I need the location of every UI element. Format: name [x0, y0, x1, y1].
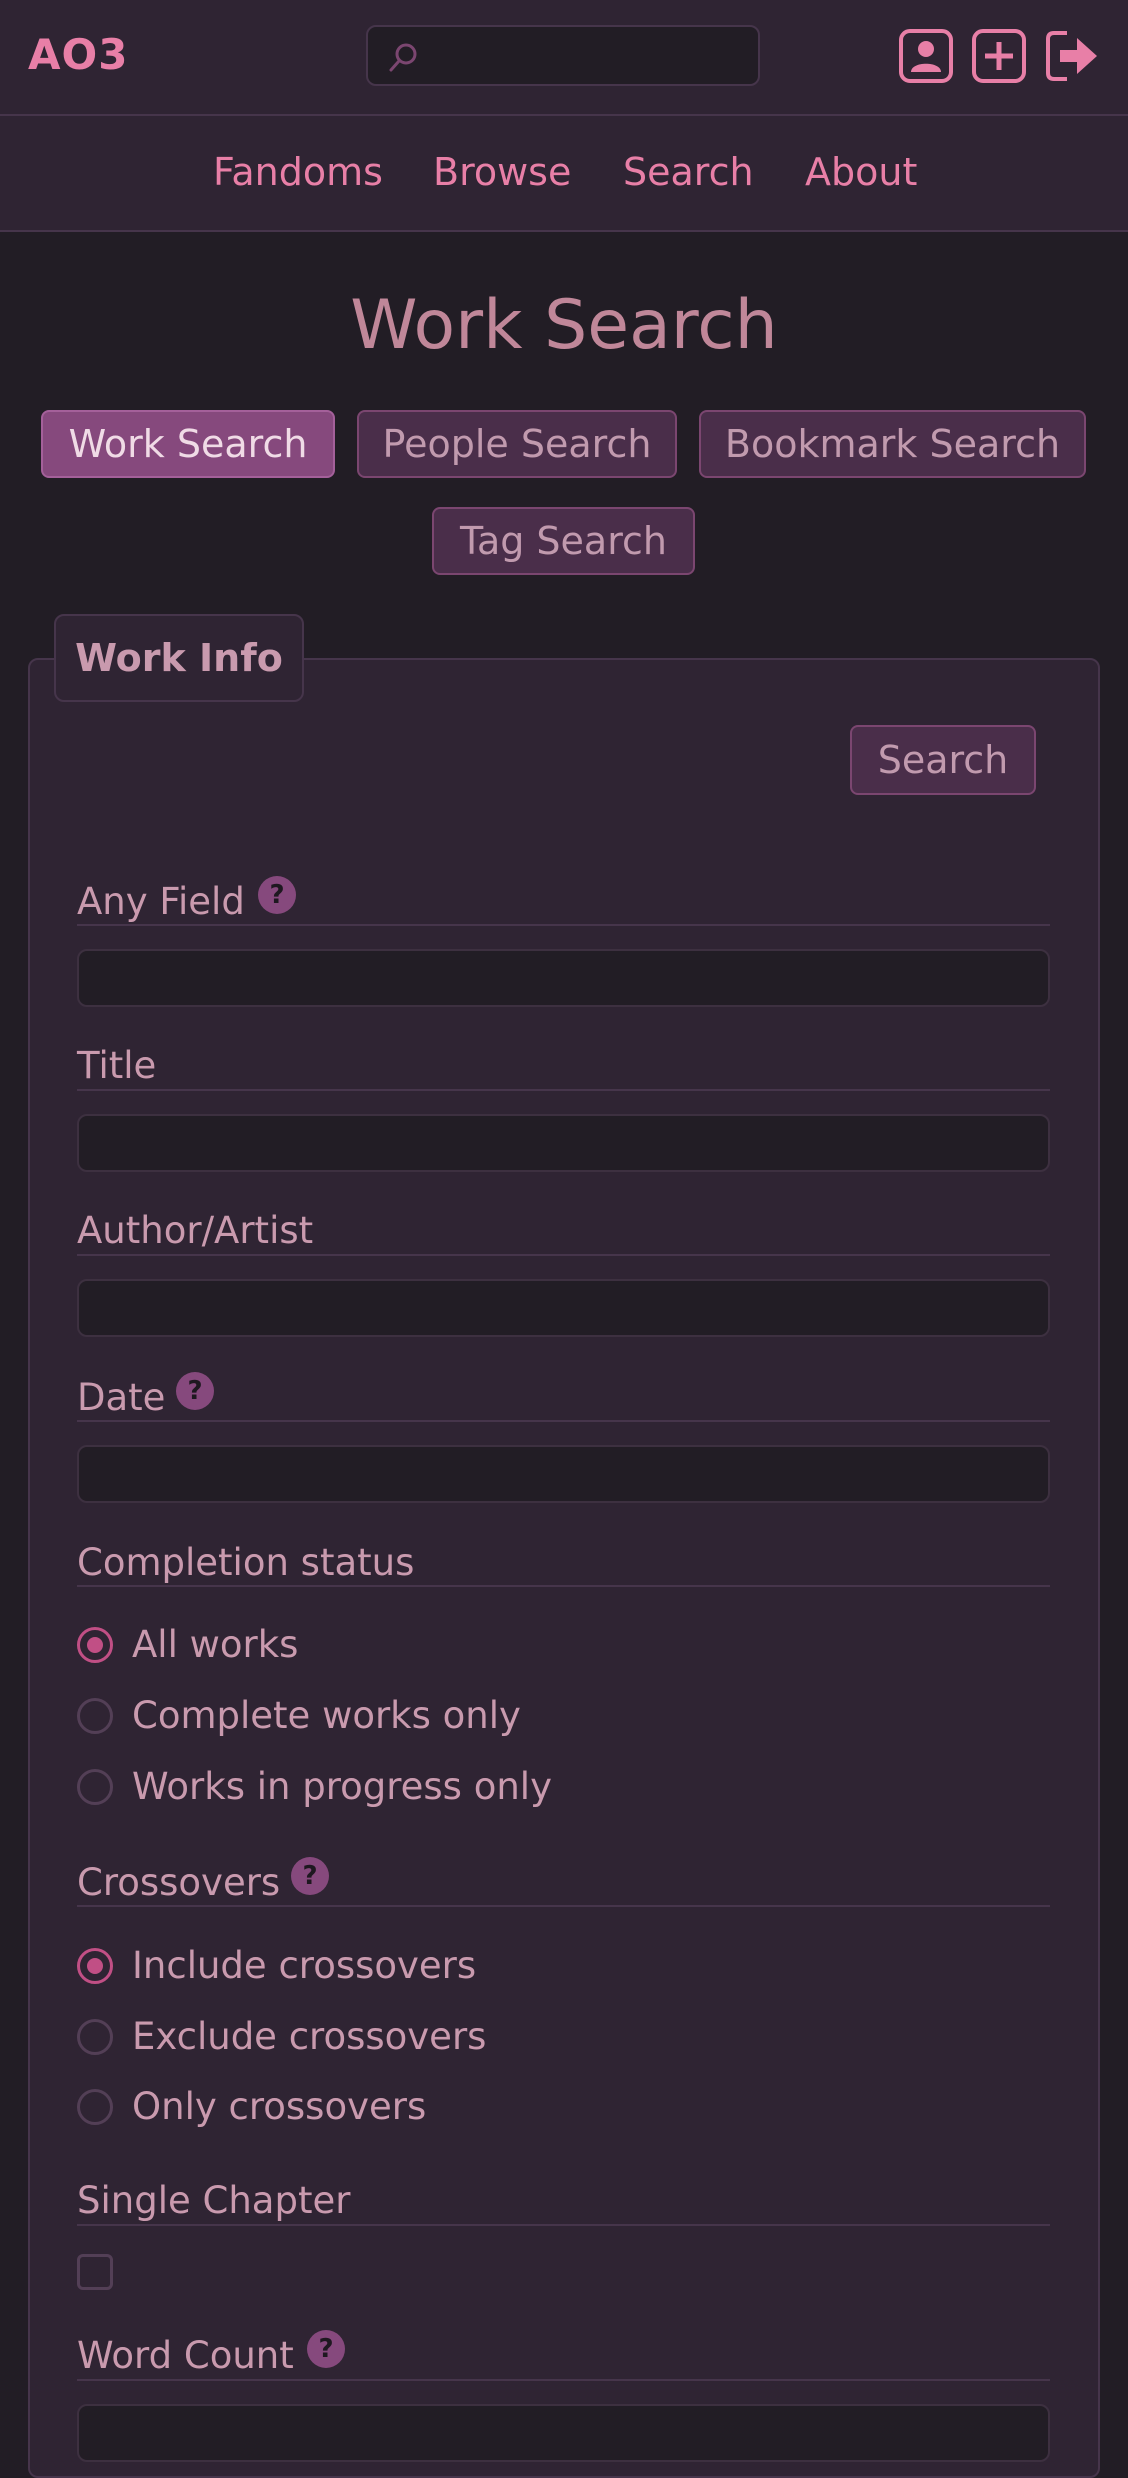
single-chapter-checkbox[interactable]	[77, 2254, 113, 2290]
search-button[interactable]: Search	[850, 725, 1036, 795]
divider	[77, 1420, 1050, 1422]
help-icon[interactable]: ?	[258, 876, 296, 914]
crossovers-label: Crossovers	[77, 1861, 281, 1904]
radio-only-crossovers[interactable]	[77, 2089, 113, 2125]
radio-exclude-crossovers[interactable]	[77, 2019, 113, 2055]
tab-bookmark-search[interactable]: Bookmark Search	[699, 410, 1086, 478]
divider	[77, 2379, 1050, 2381]
date-label: Date	[77, 1376, 166, 1419]
page-title: Work Search	[350, 286, 778, 365]
fieldset-legend: Work Info	[54, 614, 304, 702]
help-icon[interactable]: ?	[291, 1857, 329, 1895]
word-count-label: Word Count	[77, 2334, 294, 2377]
divider	[77, 2224, 1050, 2226]
completion-status-label: Completion status	[77, 1541, 415, 1584]
radio-label[interactable]: Include crossovers	[132, 1944, 476, 1987]
radio-all-works[interactable]	[77, 1627, 113, 1663]
nav-item-browse[interactable]: Browse	[433, 150, 571, 194]
radio-complete-works[interactable]	[77, 1698, 113, 1734]
nav-item-fandoms[interactable]: Fandoms	[213, 150, 383, 194]
title-input[interactable]	[77, 1114, 1050, 1172]
author-input[interactable]	[77, 1279, 1050, 1337]
divider	[77, 1905, 1050, 1907]
single-chapter-label: Single Chapter	[77, 2179, 351, 2222]
search-icon	[389, 43, 417, 72]
radio-label[interactable]: Only crossovers	[132, 2085, 426, 2128]
help-icon[interactable]: ?	[176, 1372, 214, 1410]
radio-label[interactable]: All works	[132, 1623, 298, 1666]
divider	[77, 924, 1050, 926]
logo[interactable]: AO3	[28, 30, 128, 79]
tab-tag-search[interactable]: Tag Search	[432, 507, 695, 575]
divider	[77, 1089, 1050, 1091]
nav-item-about[interactable]: About	[805, 150, 917, 194]
radio-include-crossovers[interactable]	[77, 1948, 113, 1984]
site-search-input[interactable]	[366, 25, 760, 86]
date-input[interactable]	[77, 1445, 1050, 1503]
nav-item-search[interactable]: Search	[623, 150, 754, 194]
tab-work-search[interactable]: Work Search	[41, 410, 335, 478]
divider	[77, 1585, 1050, 1587]
plus-square-icon[interactable]	[971, 28, 1027, 84]
user-profile-icon[interactable]	[898, 28, 954, 84]
radio-label[interactable]: Works in progress only	[132, 1765, 552, 1808]
any-field-input[interactable]	[77, 949, 1050, 1007]
word-count-input[interactable]	[77, 2404, 1050, 2462]
any-field-label: Any Field	[77, 880, 245, 923]
tab-people-search[interactable]: People Search	[357, 410, 677, 478]
title-label: Title	[77, 1044, 157, 1087]
radio-label[interactable]: Complete works only	[132, 1694, 521, 1737]
top-bar: AO3	[0, 0, 1128, 116]
radio-works-in-progress[interactable]	[77, 1769, 113, 1805]
divider	[77, 1254, 1050, 1256]
sign-out-icon[interactable]	[1043, 28, 1099, 84]
author-label: Author/Artist	[77, 1209, 314, 1252]
radio-label[interactable]: Exclude crossovers	[132, 2015, 486, 2058]
help-icon[interactable]: ?	[307, 2330, 345, 2368]
main-nav: Fandoms Browse Search About	[0, 116, 1128, 232]
